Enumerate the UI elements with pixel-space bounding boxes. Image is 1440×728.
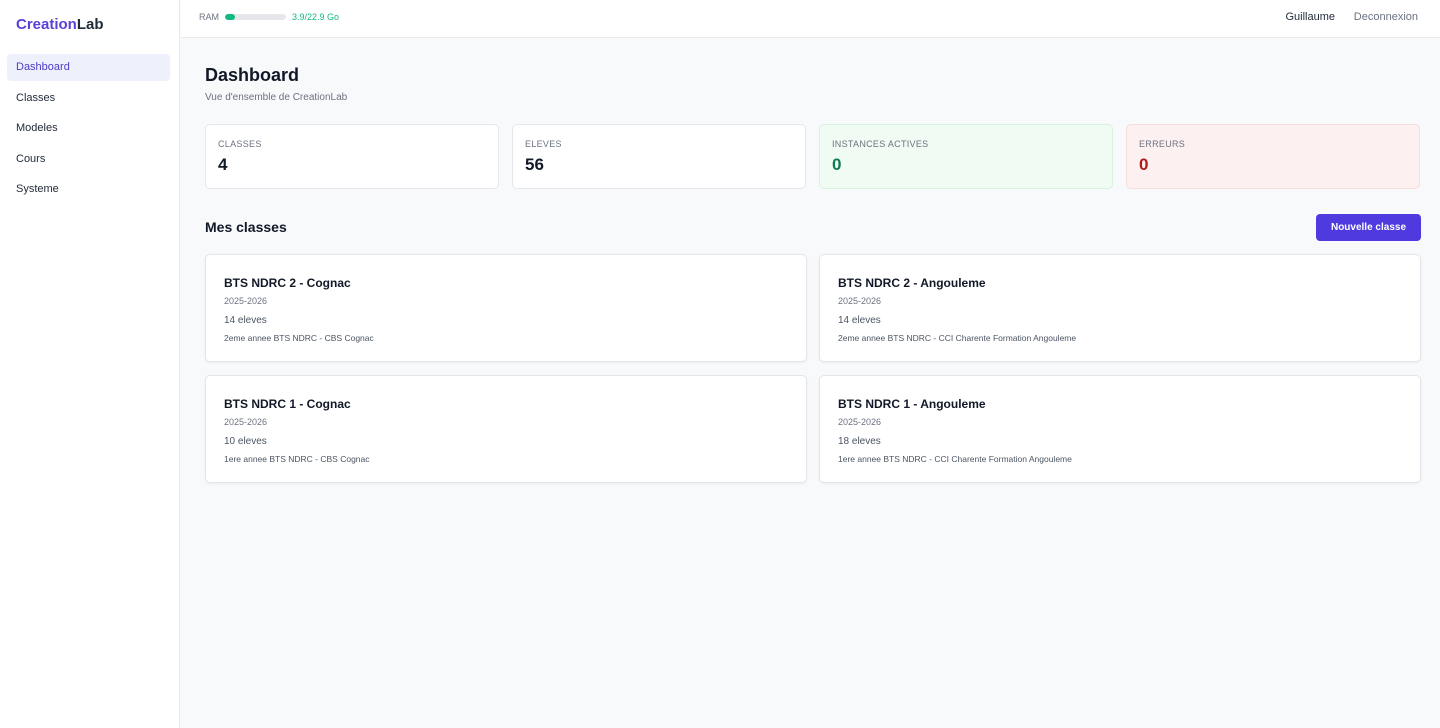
section-title-mes-classes: Mes classes <box>205 219 287 235</box>
class-card-description: 2eme annee BTS NDRC - CCI Charente Forma… <box>838 333 1077 343</box>
class-card-student-count: 14 eleves <box>224 315 267 326</box>
class-card-title: BTS NDRC 2 - Angouleme <box>838 276 986 290</box>
stat-value: 0 <box>1139 155 1149 174</box>
stat-card-instances-actives: INSTANCES ACTIVES 0 <box>819 124 1113 189</box>
class-card-title: BTS NDRC 1 - Cognac <box>224 397 351 411</box>
class-card-year: 2025-2026 <box>224 417 268 427</box>
class-card-description: 1ere annee BTS NDRC - CCI Charente Forma… <box>838 454 1072 464</box>
sidebar-nav: Dashboard Classes Modeles Cours Systeme <box>7 54 170 207</box>
logo-part-lab: Lab <box>76 16 104 33</box>
stat-label: CLASSES <box>218 139 262 149</box>
class-card-title: BTS NDRC 2 - Cognac <box>224 276 351 290</box>
stat-card-classes: CLASSES 4 <box>205 124 499 189</box>
stat-card-eleves: ELEVES 56 <box>512 124 806 189</box>
stat-value: 56 <box>525 155 544 174</box>
class-card-student-count: 14 eleves <box>838 315 881 326</box>
class-card[interactable]: BTS NDRC 1 - Cognac 2025-2026 10 eleves … <box>205 375 807 483</box>
sidebar: CreationLab Dashboard Classes Modeles Co… <box>0 0 180 728</box>
class-card-year: 2025-2026 <box>838 296 882 306</box>
stat-label: ERREURS <box>1139 139 1186 149</box>
ram-label: RAM <box>199 12 219 22</box>
logo-part-creation: Creation <box>16 16 77 33</box>
new-class-button[interactable]: Nouvelle classe <box>1316 214 1421 241</box>
class-card[interactable]: BTS NDRC 2 - Cognac 2025-2026 14 eleves … <box>205 254 807 362</box>
class-card-year: 2025-2026 <box>224 296 268 306</box>
ram-usage-bar <box>225 14 286 20</box>
stat-value: 4 <box>218 155 228 174</box>
sidebar-item-dashboard[interactable]: Dashboard <box>7 54 170 81</box>
topbar: RAM 3.9/22.9 Go Guillaume Deconnexion <box>181 0 1440 38</box>
stats-row: CLASSES 4 ELEVES 56 INSTANCES ACTIVES 0 … <box>205 124 1421 189</box>
ram-usage-fill <box>225 14 236 20</box>
stat-card-erreurs: ERREURS 0 <box>1126 124 1420 189</box>
class-card-title: BTS NDRC 1 - Angouleme <box>838 397 986 411</box>
class-card-description: 1ere annee BTS NDRC - CBS Cognac <box>224 454 370 464</box>
class-card-student-count: 10 eleves <box>224 436 267 447</box>
app-logo[interactable]: CreationLab <box>16 16 104 33</box>
class-card[interactable]: BTS NDRC 2 - Angouleme 2025-2026 14 elev… <box>819 254 1421 362</box>
class-card-student-count: 18 eleves <box>838 436 881 447</box>
page-subtitle: Vue d'ensemble de CreationLab <box>205 92 348 103</box>
user-name[interactable]: Guillaume <box>1285 11 1335 23</box>
stat-value: 0 <box>832 155 842 174</box>
logout-link[interactable]: Deconnexion <box>1354 11 1418 23</box>
sidebar-item-modeles[interactable]: Modeles <box>7 115 170 142</box>
sidebar-item-cours[interactable]: Cours <box>7 146 170 173</box>
sidebar-item-systeme[interactable]: Systeme <box>7 176 170 203</box>
sidebar-item-classes[interactable]: Classes <box>7 85 170 112</box>
page-title: Dashboard <box>205 65 300 85</box>
ram-value: 3.9/22.9 Go <box>292 12 340 22</box>
class-card-description: 2eme annee BTS NDRC - CBS Cognac <box>224 333 374 343</box>
stat-label: INSTANCES ACTIVES <box>832 139 929 149</box>
class-card-year: 2025-2026 <box>838 417 882 427</box>
class-card[interactable]: BTS NDRC 1 - Angouleme 2025-2026 18 elev… <box>819 375 1421 483</box>
stat-label: ELEVES <box>525 139 562 149</box>
